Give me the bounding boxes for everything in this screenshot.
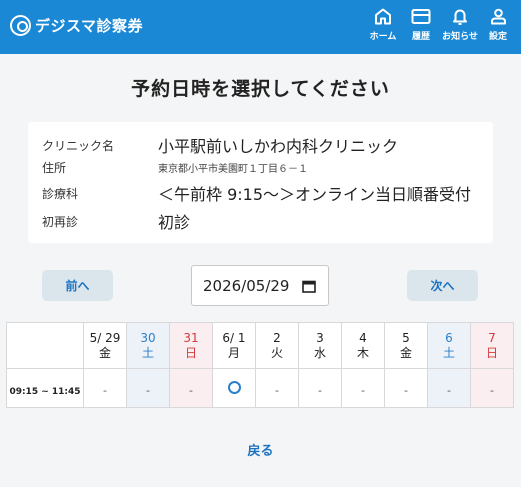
unavailable-mark: - [189, 383, 193, 397]
day-header-9: 6土 [427, 322, 471, 369]
reservation-info-card: クリニック名 小平駅前いしかわ内科クリニック 住所 東京都小平市美園町１丁目６－… [28, 122, 493, 243]
date-header-row: 5/ 29 金 30 土 31 日 6/ 1月 2火 3水 4木 5金 6土 7日 [6, 322, 514, 369]
logo-icon [10, 15, 31, 36]
nav-history-label: 履歴 [411, 32, 430, 42]
unavailable-mark: - [146, 383, 150, 397]
slot-cell: - [341, 368, 385, 408]
date-value: 2026/05/29 [203, 276, 290, 295]
day-weekday: 日 [485, 345, 498, 360]
day-date: 6/ 1 [222, 330, 246, 345]
clinic-row: クリニック名 小平駅前いしかわ内科クリニック [42, 133, 398, 157]
home-icon [375, 8, 391, 25]
nav-settings[interactable]: 設定 [483, 8, 513, 42]
slot-cell: - [470, 368, 514, 408]
unavailable-mark: - [318, 383, 322, 397]
day-weekday: 金 [399, 345, 412, 360]
slot-cell: - [169, 368, 213, 408]
day-weekday: 水 [313, 345, 326, 360]
visit-type-row: 初再診 初診 [42, 209, 190, 233]
department-key: 診療科 [42, 186, 79, 201]
day-header-6: 3水 [298, 322, 342, 369]
department-row: 診療科 ＜午前枠 9:15～＞オンライン当日順番受付 [42, 181, 471, 205]
nav-settings-label: 設定 [488, 32, 507, 42]
day-date: 7 [488, 330, 496, 345]
department-value: ＜午前枠 9:15～＞オンライン当日順番受付 [158, 185, 472, 204]
unavailable-mark: - [404, 383, 408, 397]
day-weekday: 土 [442, 345, 455, 360]
day-date: 6 [445, 330, 453, 345]
next-button[interactable]: 次へ [407, 270, 478, 301]
app-logo[interactable]: デジスマ診察券 [10, 15, 143, 36]
slot-cell: - [427, 368, 471, 408]
day-header-7: 4木 [341, 322, 385, 369]
back-link[interactable]: 戻る [0, 440, 521, 459]
day-header-5: 2火 [255, 322, 299, 369]
app-header: デジスマ診察券 ホーム 履歴 お知らせ 設定 [0, 0, 521, 54]
slot-cell: - [255, 368, 299, 408]
day-header-2: 30 土 [126, 322, 170, 369]
day-header-10: 7日 [470, 322, 514, 369]
bell-icon [453, 9, 467, 25]
clinic-value: 小平駅前いしかわ内科クリニック [158, 137, 399, 156]
day-weekday: 木 [356, 345, 369, 360]
unavailable-mark: - [361, 383, 365, 397]
day-weekday: 土 [141, 345, 154, 360]
available-circle-icon[interactable] [227, 380, 241, 394]
day-date: 4 [359, 330, 367, 345]
day-header-4: 6/ 1月 [212, 322, 256, 369]
header-nav: ホーム 履歴 お知らせ 設定 [364, 8, 513, 42]
visit-type-value: 初診 [158, 213, 191, 232]
day-header-8: 5金 [384, 322, 428, 369]
nav-history[interactable]: 履歴 [403, 8, 439, 42]
unavailable-mark: - [103, 383, 107, 397]
prev-button[interactable]: 前へ [42, 270, 113, 301]
schedule-table: 5/ 29 金 30 土 31 日 6/ 1月 2火 3水 4木 5金 6土 7日 0… [6, 322, 514, 408]
slot-cell: - [298, 368, 342, 408]
address-key: 住所 [42, 161, 67, 175]
day-date: 3 [316, 330, 324, 345]
calendar-icon[interactable] [302, 280, 316, 293]
slot-cell: - [384, 368, 428, 408]
day-date: 5 [402, 330, 410, 345]
day-date: 5/ 29 [89, 330, 121, 345]
unavailable-mark: - [490, 383, 494, 397]
visit-type-key: 初再診 [42, 214, 79, 229]
unavailable-mark: - [275, 383, 279, 397]
day-weekday: 日 [184, 345, 197, 360]
day-header-3: 31 日 [169, 322, 213, 369]
day-date: 2 [273, 330, 281, 345]
nav-home-label: ホーム [369, 32, 397, 42]
time-slot-row: 09:15 ~ 11:45 - - - - - - - - - [6, 368, 514, 408]
nav-home[interactable]: ホーム [364, 8, 402, 42]
day-date: 31 [183, 330, 199, 345]
slot-cell: - [126, 368, 170, 408]
slot-cell-available[interactable] [212, 368, 256, 408]
slot-time: 09:15 ~ 11:45 [9, 386, 81, 397]
day-weekday: 火 [270, 345, 283, 360]
address-value: 東京都小平市美園町１丁目６－１ [158, 164, 308, 175]
date-picker[interactable]: 2026/05/29 [191, 265, 329, 306]
day-weekday: 金 [98, 345, 111, 360]
app-name: デジスマ診察券 [35, 17, 144, 35]
address-row: 住所 東京都小平市美園町１丁目６－１ [42, 159, 308, 176]
slot-time-cell: 09:15 ~ 11:45 [6, 368, 84, 408]
day-header-1: 5/ 29 金 [83, 322, 127, 369]
nav-notifications-label: お知らせ [442, 32, 478, 42]
day-date: 30 [140, 330, 156, 345]
clinic-key: クリニック名 [42, 138, 115, 153]
page-title: 予約日時を選択してください [131, 78, 390, 100]
person-icon [490, 8, 506, 25]
corner-cell [6, 322, 84, 369]
card-icon [411, 9, 431, 24]
nav-notifications[interactable]: お知らせ [440, 8, 480, 42]
slot-cell: - [83, 368, 127, 408]
unavailable-mark: - [447, 383, 451, 397]
day-weekday: 月 [227, 345, 240, 360]
